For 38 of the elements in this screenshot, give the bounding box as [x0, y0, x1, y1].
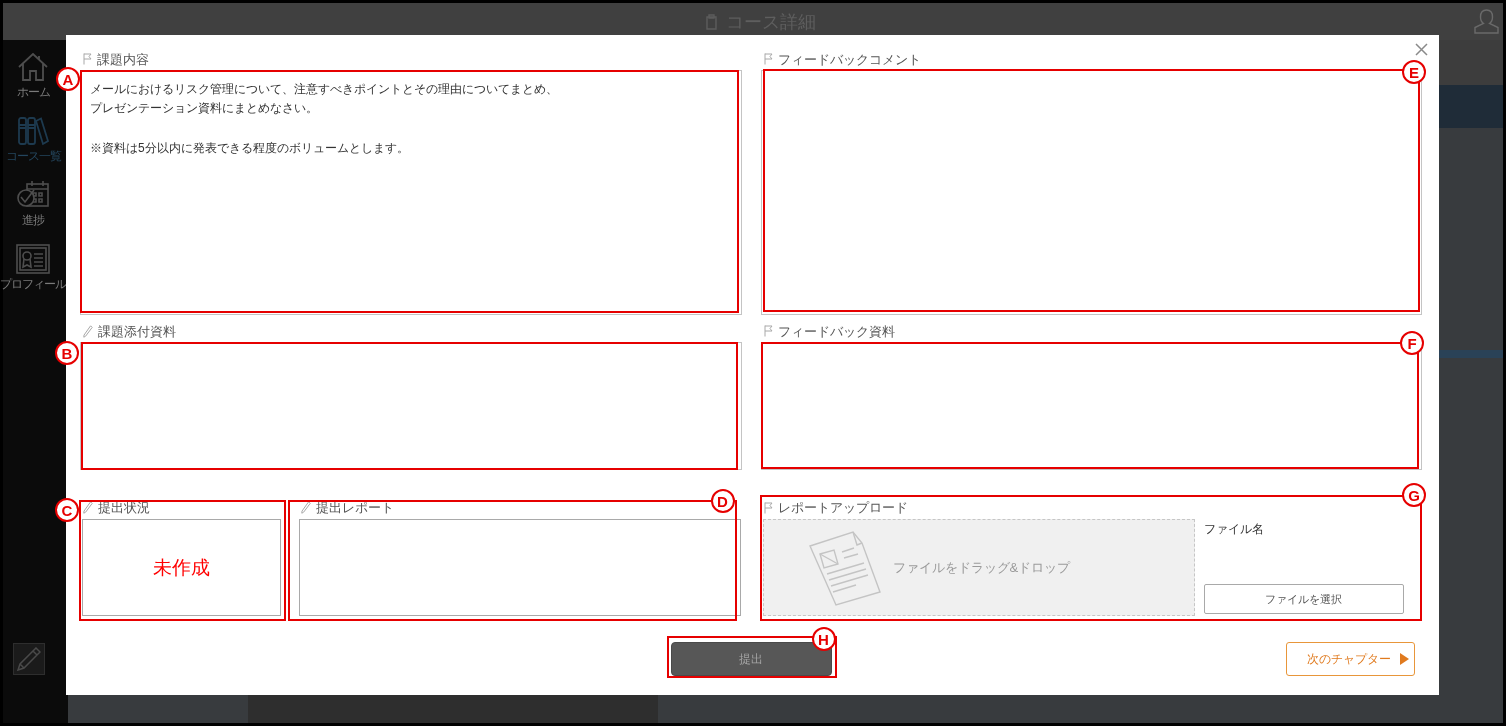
home-icon — [17, 52, 49, 82]
task-text: メールにおけるリスク管理について、注意すべきポイントとその理由についてまとめ、 — [90, 81, 558, 96]
status-text: 未作成 — [153, 558, 210, 577]
play-icon — [1400, 653, 1409, 665]
callout-marker: E — [1402, 60, 1426, 84]
file-name-label: ファイル名 — [1203, 522, 1264, 536]
callout-marker: B — [55, 341, 79, 365]
section-label: レポートアップロード — [777, 501, 908, 514]
callout-marker: D — [710, 489, 735, 513]
pencil-icon — [17, 647, 41, 671]
clipboard-icon — [704, 13, 718, 30]
section-label: 提出状況 — [98, 501, 150, 514]
section-label: 提出レポート — [316, 501, 394, 514]
user-icon[interactable] — [1473, 8, 1500, 35]
drop-zone-text: ファイルをドラッグ&ドロップ — [892, 558, 1071, 577]
section-label: 課題添付資料 — [98, 324, 176, 338]
select-file-button[interactable]: ファイルを選択 — [1203, 584, 1404, 614]
close-icon — [1414, 42, 1428, 56]
callout-marker: C — [55, 498, 79, 522]
section-label: 課題内容 — [97, 52, 149, 66]
callout-marker: H — [811, 627, 836, 651]
certificate-icon — [16, 244, 50, 274]
books-icon — [17, 116, 49, 146]
edit-button[interactable] — [13, 643, 45, 675]
section-label: フィードバックコメント — [777, 52, 921, 66]
callout-marker: F — [1400, 331, 1424, 355]
document-icon — [807, 529, 882, 606]
nav-item[interactable]: プロフィール — [0, 244, 66, 308]
nav-item[interactable]: 進捗 — [0, 180, 66, 244]
next-chapter-button[interactable]: 次のチャプター — [1286, 642, 1415, 676]
task-text: プレゼンテーション資料にまとめなさい。 — [90, 100, 318, 115]
section-label: フィードバック資料 — [777, 324, 895, 338]
callout-marker: G — [1402, 483, 1426, 507]
drop-zone[interactable]: ファイルをドラッグ&ドロップ — [762, 519, 1195, 616]
task-text: ※資料は5分以内に発表できる程度のボリュームとします。 — [90, 140, 409, 155]
callout-marker: A — [56, 67, 80, 91]
calendar-check-icon — [16, 180, 50, 210]
close-button[interactable] — [1414, 42, 1428, 56]
